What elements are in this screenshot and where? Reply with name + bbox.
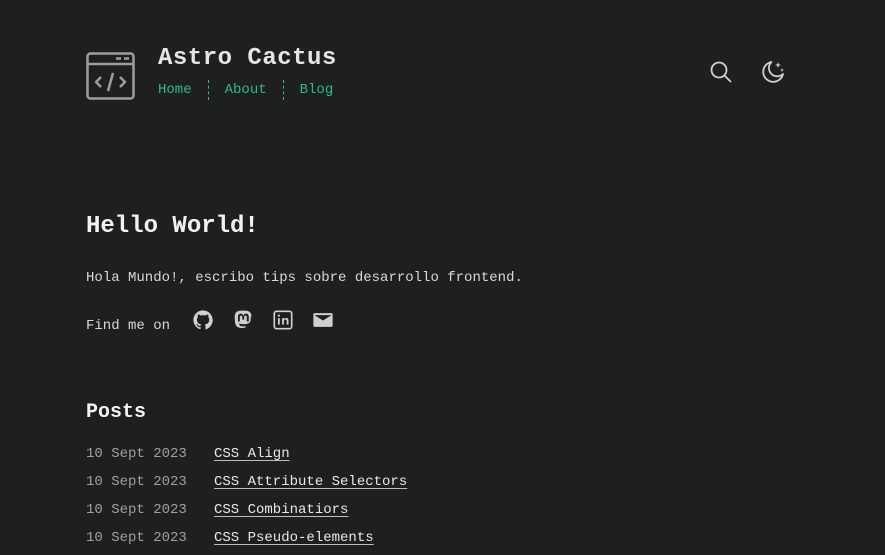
post-link[interactable]: CSS Align: [214, 444, 290, 472]
hero-title: Hello World!: [86, 213, 259, 240]
list-item: 10 Sept 2023 CSS Pseudo-elements: [86, 528, 407, 555]
find-me-label: Find me on: [86, 318, 171, 334]
email-icon[interactable]: [312, 309, 334, 331]
main-nav: Home About Blog: [158, 80, 333, 100]
github-icon[interactable]: [192, 309, 214, 331]
code-window-icon[interactable]: [86, 52, 135, 100]
mastodon-icon[interactable]: [232, 309, 254, 331]
list-item: 10 Sept 2023 CSS Combinatiors: [86, 500, 407, 528]
nav-divider: [282, 80, 284, 100]
post-date: 10 Sept 2023: [86, 474, 187, 490]
post-link[interactable]: CSS Combinatiors: [214, 500, 348, 528]
search-icon[interactable]: [708, 59, 734, 85]
nav-about-link[interactable]: About: [225, 80, 267, 100]
hero-description: Hola Mundo!, escribo tips sobre desarrol…: [86, 270, 523, 286]
nav-blog-link[interactable]: Blog: [300, 80, 334, 100]
post-date: 10 Sept 2023: [86, 502, 187, 518]
nav-home-link[interactable]: Home: [158, 80, 192, 100]
posts-list: 10 Sept 2023 CSS Align 10 Sept 2023 CSS …: [86, 444, 407, 555]
post-date: 10 Sept 2023: [86, 446, 187, 462]
list-item: 10 Sept 2023 CSS Align: [86, 444, 407, 472]
post-link[interactable]: CSS Attribute Selectors: [214, 472, 407, 500]
post-date: 10 Sept 2023: [86, 530, 187, 546]
site-title[interactable]: Astro Cactus: [158, 45, 337, 73]
list-item: 10 Sept 2023 CSS Attribute Selectors: [86, 472, 407, 500]
moon-stars-icon[interactable]: [760, 59, 786, 85]
page: Astro Cactus Home About Blog Hello World…: [0, 0, 885, 555]
linkedin-icon[interactable]: [272, 309, 294, 331]
nav-divider: [207, 80, 209, 100]
posts-heading: Posts: [86, 401, 147, 424]
post-link[interactable]: CSS Pseudo-elements: [214, 528, 374, 555]
